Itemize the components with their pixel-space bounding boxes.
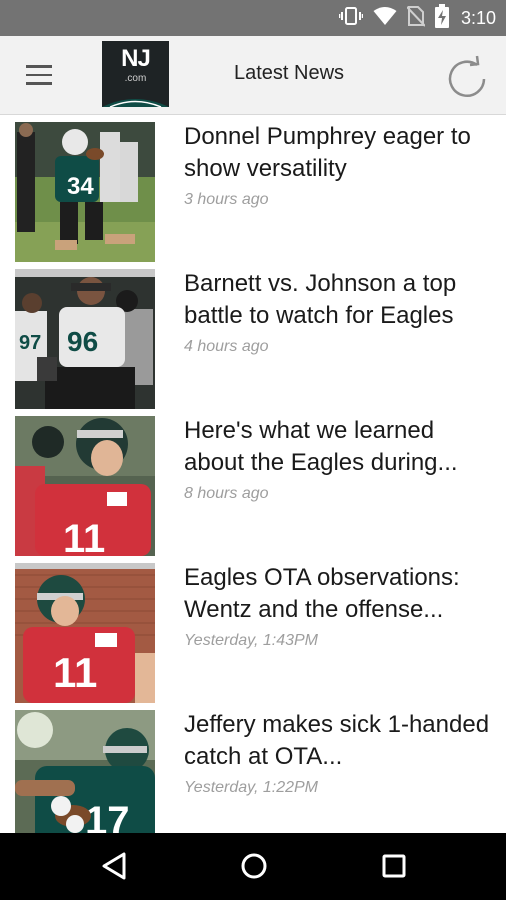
vibrate-icon xyxy=(338,5,364,32)
article-item[interactable]: 11 Eagles OTA observations: Wentz and th… xyxy=(0,556,506,703)
article-thumbnail[interactable]: 11 xyxy=(15,416,155,556)
article-item[interactable]: 97 96 Barnett vs. Johnson a top battle t… xyxy=(0,262,506,409)
logo-swoosh xyxy=(102,99,169,107)
article-timestamp: 3 hours ago xyxy=(184,191,269,208)
hamburger-menu-icon[interactable] xyxy=(16,58,62,92)
jersey-number: 17 xyxy=(85,799,130,833)
system-nav-bar xyxy=(0,833,506,900)
article-headline[interactable]: Here's what we learned about the Eagles … xyxy=(184,415,494,479)
article-timestamp: Yesterday, 1:43PM xyxy=(184,632,318,649)
battery-charging-icon xyxy=(434,3,449,33)
article-item[interactable]: 34 Donnel Pumphrey eager to show versati… xyxy=(0,115,506,262)
article-thumbnail[interactable]: 34 xyxy=(15,122,155,262)
logo-text: NJ xyxy=(121,45,151,72)
article-thumbnail[interactable]: 11 xyxy=(15,563,155,703)
article-timestamp: 8 hours ago xyxy=(184,485,269,502)
jersey-number: 96 xyxy=(67,326,98,357)
refresh-icon[interactable] xyxy=(444,54,490,100)
svg-text:97: 97 xyxy=(19,332,41,354)
article-thumbnail[interactable]: 17 xyxy=(15,710,155,833)
jersey-number: 11 xyxy=(53,649,97,696)
article-item[interactable]: 11 Here's what we learned about the Eagl… xyxy=(0,409,506,556)
wifi-icon xyxy=(373,6,397,31)
recents-square-icon[interactable] xyxy=(364,843,424,889)
article-timestamp: Yesterday, 1:22PM xyxy=(184,779,318,796)
back-triangle-icon[interactable] xyxy=(84,843,144,889)
news-feed[interactable]: 34 Donnel Pumphrey eager to show versati… xyxy=(0,115,506,833)
article-headline[interactable]: Donnel Pumphrey eager to show versatilit… xyxy=(184,121,494,185)
jersey-number: 34 xyxy=(67,173,94,200)
article-timestamp: 4 hours ago xyxy=(184,338,269,355)
logo-subtext: .com xyxy=(124,73,147,84)
status-time: 3:10 xyxy=(460,7,496,28)
article-item[interactable]: 17 Jeffery makes sick 1-handed catch at … xyxy=(0,703,506,833)
home-circle-icon[interactable] xyxy=(224,843,284,889)
status-bar: 3:10 xyxy=(0,0,506,36)
no-sim-icon xyxy=(406,5,426,32)
article-headline[interactable]: Barnett vs. Johnson a top battle to watc… xyxy=(184,268,494,332)
nj-logo[interactable]: NJ .com xyxy=(102,41,169,107)
app-bar: NJ .com Latest News xyxy=(0,36,506,115)
article-headline[interactable]: Eagles OTA observations: Wentz and the o… xyxy=(184,562,494,626)
article-thumbnail[interactable]: 97 96 xyxy=(15,269,155,409)
article-headline[interactable]: Jeffery makes sick 1-handed catch at OTA… xyxy=(184,709,494,773)
page-title: Latest News xyxy=(234,62,345,84)
jersey-number: 11 xyxy=(63,517,105,556)
